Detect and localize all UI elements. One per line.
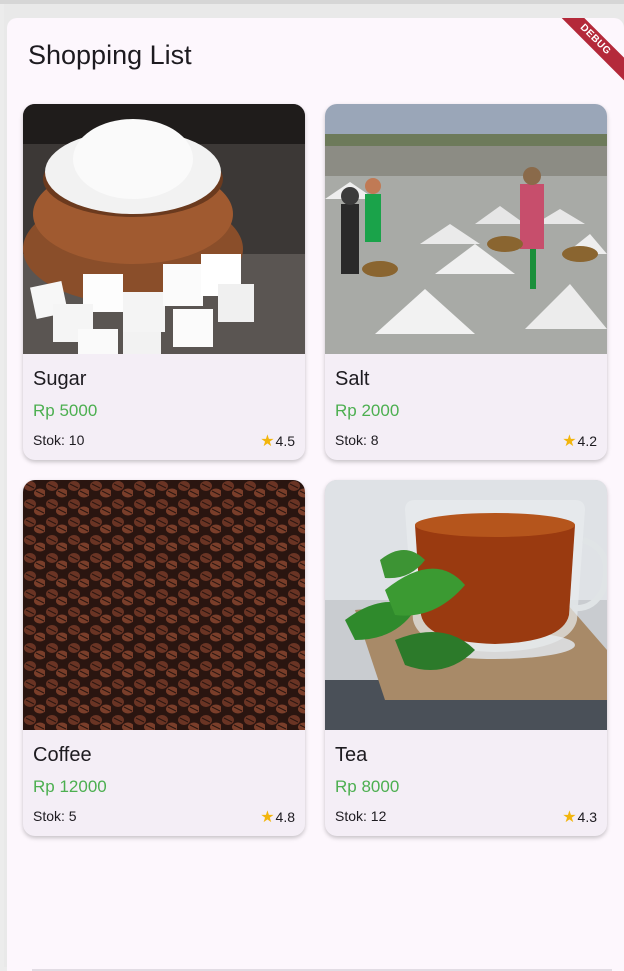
- page-title: Shopping List: [28, 40, 192, 70]
- product-price: Rp 8000: [335, 777, 400, 796]
- product-name: Sugar: [33, 368, 87, 390]
- coffee-image: [23, 480, 305, 730]
- product-name: Tea: [335, 744, 368, 766]
- product-rating: ★ 4.8: [260, 807, 295, 827]
- product-price: Rp 5000: [33, 401, 98, 420]
- app-frame: Shopping List DEBUG Sugar Rp 5000 Stok: …: [4, 4, 624, 971]
- rating-value: 4.3: [577, 809, 597, 825]
- tea-image: [325, 480, 607, 730]
- product-price: Rp 2000: [335, 401, 400, 420]
- product-rating: ★ 4.2: [562, 431, 597, 451]
- rating-value: 4.5: [275, 433, 295, 449]
- product-rating: ★ 4.3: [562, 807, 597, 827]
- star-icon: ★: [260, 809, 275, 826]
- product-card-coffee[interactable]: Coffee Rp 12000 Stok: 5 ★ 4.8: [23, 480, 305, 836]
- debug-banner: DEBUG: [550, 18, 624, 85]
- product-card-tea[interactable]: Tea Rp 8000 Stok: 12 ★ 4.3: [325, 480, 607, 836]
- star-icon: ★: [260, 433, 275, 450]
- product-name: Coffee: [33, 744, 92, 766]
- product-stock: Stok: 8: [335, 432, 379, 448]
- rating-value: 4.2: [577, 433, 597, 449]
- star-icon: ★: [562, 433, 577, 450]
- product-stock: Stok: 12: [335, 808, 387, 824]
- product-card-salt[interactable]: Salt Rp 2000 Stok: 8 ★ 4.2: [325, 104, 607, 460]
- product-stock: Stok: 5: [33, 808, 77, 824]
- product-name: Salt: [335, 368, 370, 390]
- product-card-sugar[interactable]: Sugar Rp 5000 Stok: 10 ★ 4.5: [23, 104, 305, 460]
- app-screen: Shopping List DEBUG Sugar Rp 5000 Stok: …: [7, 18, 624, 971]
- sugar-image: [23, 104, 305, 354]
- product-rating: ★ 4.5: [260, 431, 295, 451]
- product-price: Rp 12000: [33, 777, 107, 796]
- product-stock: Stok: 10: [33, 432, 85, 448]
- salt-image: [325, 104, 607, 354]
- rating-value: 4.8: [275, 809, 295, 825]
- star-icon: ★: [562, 809, 577, 826]
